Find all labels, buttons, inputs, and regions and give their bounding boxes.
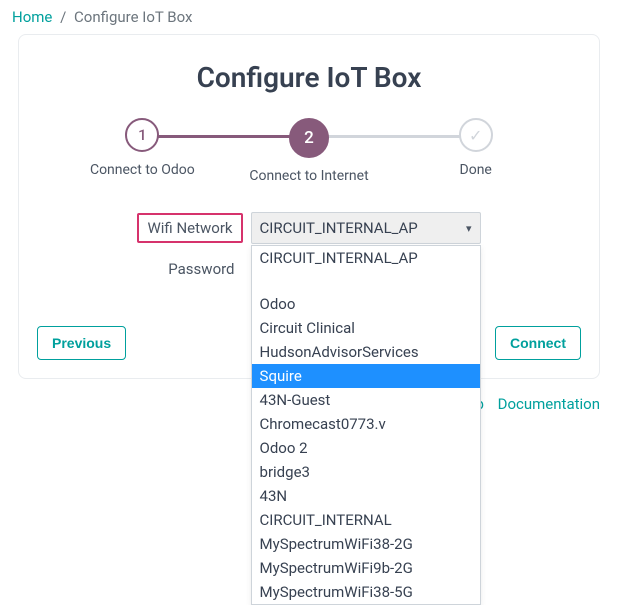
breadcrumb-current: Configure IoT Box <box>74 8 192 26</box>
previous-button[interactable]: Previous <box>37 326 126 360</box>
wifi-option[interactable]: Circuit Clinical <box>252 316 480 340</box>
password-label: Password <box>160 256 242 282</box>
breadcrumb-home[interactable]: Home <box>12 8 52 26</box>
wifi-option[interactable]: 43N <box>252 484 480 508</box>
documentation-link[interactable]: Documentation <box>498 395 600 413</box>
wifi-option[interactable]: Odoo <box>252 292 480 316</box>
wifi-option[interactable]: MySpectrumWiFi38-2G <box>252 532 480 556</box>
step-3-label: Done <box>460 162 492 178</box>
connect-button[interactable]: Connect <box>495 326 581 360</box>
wifi-network-label: Wifi Network <box>137 213 242 243</box>
step-3-circle <box>459 118 493 152</box>
step-2-circle: 2 <box>289 118 329 158</box>
page-title: Configure IoT Box <box>19 61 599 94</box>
step-2-label: Connect to Internet <box>249 168 368 184</box>
step-3: Done <box>392 118 559 178</box>
wifi-option[interactable]: MySpectrumWiFi9b-2G <box>252 556 480 580</box>
wifi-option-highlighted[interactable]: Squire <box>252 364 480 388</box>
wifi-option[interactable]: MySpectrumWiFi38-5G <box>252 580 480 604</box>
wifi-option[interactable]: bridge3 <box>252 460 480 484</box>
step-1-label: Connect to Odoo <box>90 162 195 178</box>
wifi-option[interactable]: CIRCUIT_INTERNAL_AP <box>252 246 480 270</box>
wifi-option[interactable]: Odoo 2 <box>252 436 480 460</box>
step-1: 1 Connect to Odoo <box>59 118 226 178</box>
stepper: 1 Connect to Odoo 2 Connect to Internet … <box>59 118 559 184</box>
chevron-down-icon: ▾ <box>466 222 472 235</box>
wifi-option[interactable]: Chromecast0773.v <box>252 412 480 436</box>
wifi-form: Wifi Network CIRCUIT_INTERNAL_AP ▾ CIRCU… <box>19 212 599 282</box>
step-1-circle: 1 <box>125 118 159 152</box>
wifi-option[interactable]: 43N-Guest <box>252 388 480 412</box>
wifi-option-blank[interactable] <box>252 270 480 292</box>
wifi-network-select-wrap: CIRCUIT_INTERNAL_AP ▾ CIRCUIT_INTERNAL_A… <box>251 212 481 244</box>
wifi-network-dropdown[interactable]: CIRCUIT_INTERNAL_AP Odoo Circuit Clinica… <box>251 245 481 605</box>
wifi-network-select[interactable]: CIRCUIT_INTERNAL_AP ▾ <box>251 212 481 244</box>
breadcrumb: Home / Configure IoT Box <box>0 0 618 34</box>
config-card: Configure IoT Box 1 Connect to Odoo 2 Co… <box>18 34 600 379</box>
breadcrumb-separator: / <box>60 8 66 26</box>
wifi-network-selected-value: CIRCUIT_INTERNAL_AP <box>260 219 418 237</box>
wifi-option[interactable]: CIRCUIT_INTERNAL <box>252 508 480 532</box>
step-2: 2 Connect to Internet <box>226 118 393 184</box>
wifi-option[interactable]: HudsonAdvisorServices <box>252 340 480 364</box>
